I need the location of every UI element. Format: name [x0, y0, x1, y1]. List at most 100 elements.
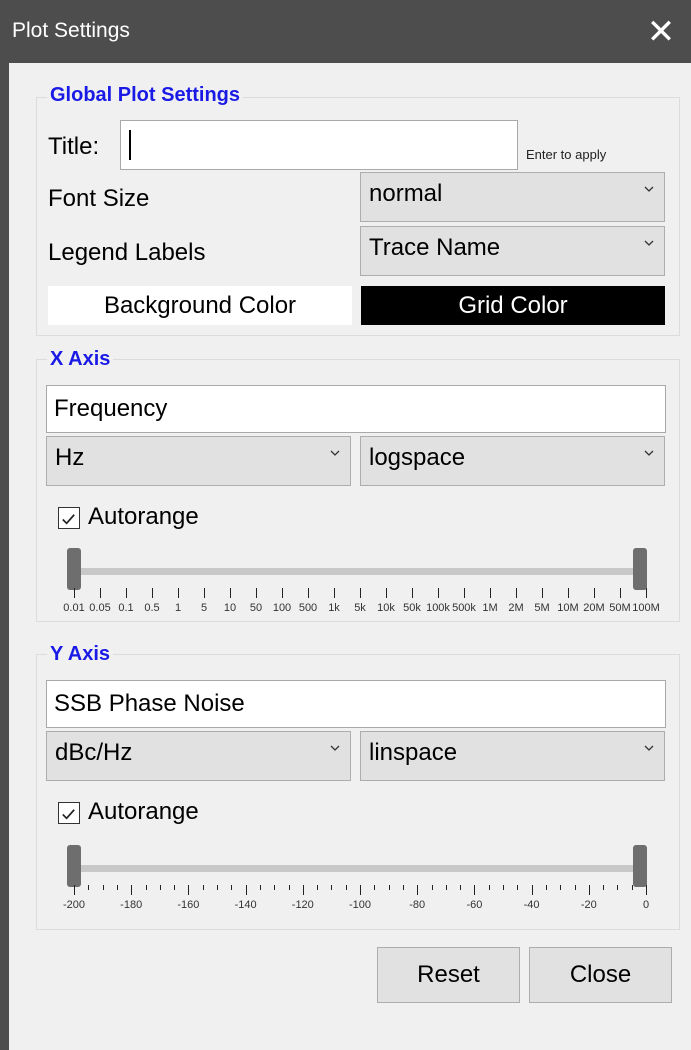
- slider-tick-label: 0.01: [63, 602, 85, 614]
- slider-minor-tick: [431, 885, 433, 890]
- slider-tick-label: -200: [62, 899, 86, 911]
- slider-tick: [594, 588, 595, 598]
- slider-tick-label: 1k: [328, 602, 340, 614]
- slider-minor-tick: [517, 885, 519, 890]
- window-border: [0, 63, 9, 1050]
- y-range-slider[interactable]: -200 -180 -160 -140 -120 -100 -80 -60 -40 -20 0: [63, 845, 650, 925]
- x-axis-label-input[interactable]: Frequency: [46, 385, 666, 433]
- y-axis-label-input[interactable]: SSB Phase Noise: [46, 680, 666, 728]
- slider-minor-tick: [231, 885, 233, 890]
- slider-minor-tick: [374, 885, 376, 890]
- slider-tick: [256, 588, 257, 598]
- slider-tick: [230, 588, 231, 598]
- slider-tick-label: 100M: [632, 602, 660, 614]
- x-range-min-handle[interactable]: [67, 548, 81, 590]
- y-range-max-handle[interactable]: [633, 845, 647, 887]
- x-axis-unit-select[interactable]: Hz: [46, 436, 351, 486]
- slider-tick-label: -40: [523, 899, 540, 911]
- slider-minor-tick: [603, 885, 605, 890]
- background-color-button[interactable]: Background Color: [48, 286, 352, 325]
- slider-tick: [100, 588, 101, 598]
- legend-labels-value: Trace Name: [369, 234, 501, 261]
- chevron-down-icon: [330, 450, 340, 456]
- slider-tick-label: 50k: [403, 602, 421, 614]
- y-axis-unit-select[interactable]: dBc/Hz: [46, 731, 351, 781]
- x-autorange-checkbox-row[interactable]: Autorange: [58, 503, 258, 535]
- slider-minor-tick: [488, 885, 490, 890]
- y-axis-spacing-select[interactable]: linspace: [360, 731, 665, 781]
- slider-tick-label: 50: [249, 602, 263, 614]
- slider-tick-label: 10k: [377, 602, 395, 614]
- slider-tick: [646, 885, 647, 895]
- slider-tick: [74, 588, 75, 598]
- slider-tick: [386, 588, 387, 598]
- slider-tick: [490, 588, 491, 598]
- slider-minor-tick: [102, 885, 104, 890]
- slider-minor-tick: [460, 885, 462, 890]
- grid-color-button[interactable]: Grid Color: [361, 286, 665, 325]
- reset-button[interactable]: Reset: [377, 947, 520, 1003]
- slider-tick-label: -160: [177, 899, 200, 911]
- close-icon[interactable]: ✕: [631, 0, 691, 63]
- y-autorange-checkbox[interactable]: [58, 802, 80, 824]
- slider-tick-label: 0: [642, 899, 650, 911]
- x-autorange-checkbox[interactable]: [58, 507, 80, 529]
- font-size-label: Font Size: [48, 185, 150, 212]
- x-axis-unit-value: Hz: [55, 444, 85, 471]
- slider-tick-label: 50M: [609, 602, 631, 614]
- x-range-max-handle[interactable]: [633, 548, 647, 590]
- y-axis-legend: Y Axis: [47, 643, 114, 666]
- slider-tick: [474, 885, 476, 895]
- slider-tick-label: 100: [272, 602, 292, 614]
- slider-tick-label: 1M: [482, 602, 498, 614]
- slider-tick: [620, 588, 621, 598]
- slider-tick: [588, 885, 590, 895]
- title-bar: Plot Settings ✕: [0, 0, 691, 63]
- slider-minor-tick: [259, 885, 261, 890]
- y-autorange-checkbox-row[interactable]: Autorange: [58, 798, 258, 830]
- slider-tick: [646, 588, 647, 598]
- slider-minor-tick: [174, 885, 176, 890]
- close-button[interactable]: Close: [529, 947, 672, 1003]
- check-icon: [62, 514, 75, 525]
- y-axis-spacing-value: linspace: [369, 739, 458, 766]
- slider-minor-tick: [345, 885, 347, 890]
- title-input[interactable]: [120, 120, 518, 170]
- slider-tick: [245, 885, 247, 895]
- slider-tick: [464, 588, 465, 598]
- slider-minor-tick: [503, 885, 504, 890]
- slider-tick-label: 5M: [534, 602, 550, 614]
- x-axis-spacing-select[interactable]: logspace: [360, 436, 665, 486]
- slider-tick: [438, 588, 439, 598]
- slider-tick-label: 10: [223, 602, 237, 614]
- slider-tick: [204, 588, 205, 598]
- x-slider-track: [67, 568, 647, 575]
- slider-minor-tick: [145, 885, 147, 890]
- legend-labels-select[interactable]: Trace Name: [360, 226, 665, 276]
- y-range-min-handle[interactable]: [67, 845, 81, 887]
- slider-tick-label: 2M: [508, 602, 524, 614]
- x-range-slider[interactable]: 0.01 0.05 0.1 0.5 1 5 10 50 100 500 1k 5k 10k 50k 100k…: [63, 548, 660, 628]
- slider-tick-label: 500: [298, 602, 318, 614]
- slider-tick: [542, 588, 543, 598]
- slider-tick: [302, 885, 304, 895]
- slider-tick: [417, 885, 419, 895]
- chevron-down-icon: [644, 745, 654, 751]
- slider-tick-label: -20: [580, 899, 597, 911]
- slider-tick: [126, 588, 127, 598]
- y-axis-unit-value: dBc/Hz: [55, 739, 133, 766]
- slider-tick-label: -120: [291, 899, 314, 911]
- font-size-value: normal: [369, 180, 443, 207]
- slider-tick-label: 500k: [452, 602, 476, 614]
- slider-minor-tick: [402, 885, 404, 890]
- slider-tick: [568, 588, 569, 598]
- y-slider-track: [67, 865, 647, 872]
- slider-tick: [131, 885, 133, 895]
- legend-labels-label: Legend Labels: [48, 239, 206, 266]
- slider-minor-tick: [445, 885, 447, 890]
- font-size-select[interactable]: normal: [360, 172, 665, 222]
- slider-tick-label: -100: [348, 899, 372, 911]
- window-title: Plot Settings: [12, 19, 130, 42]
- slider-minor-tick: [560, 885, 562, 890]
- check-icon: [62, 809, 75, 820]
